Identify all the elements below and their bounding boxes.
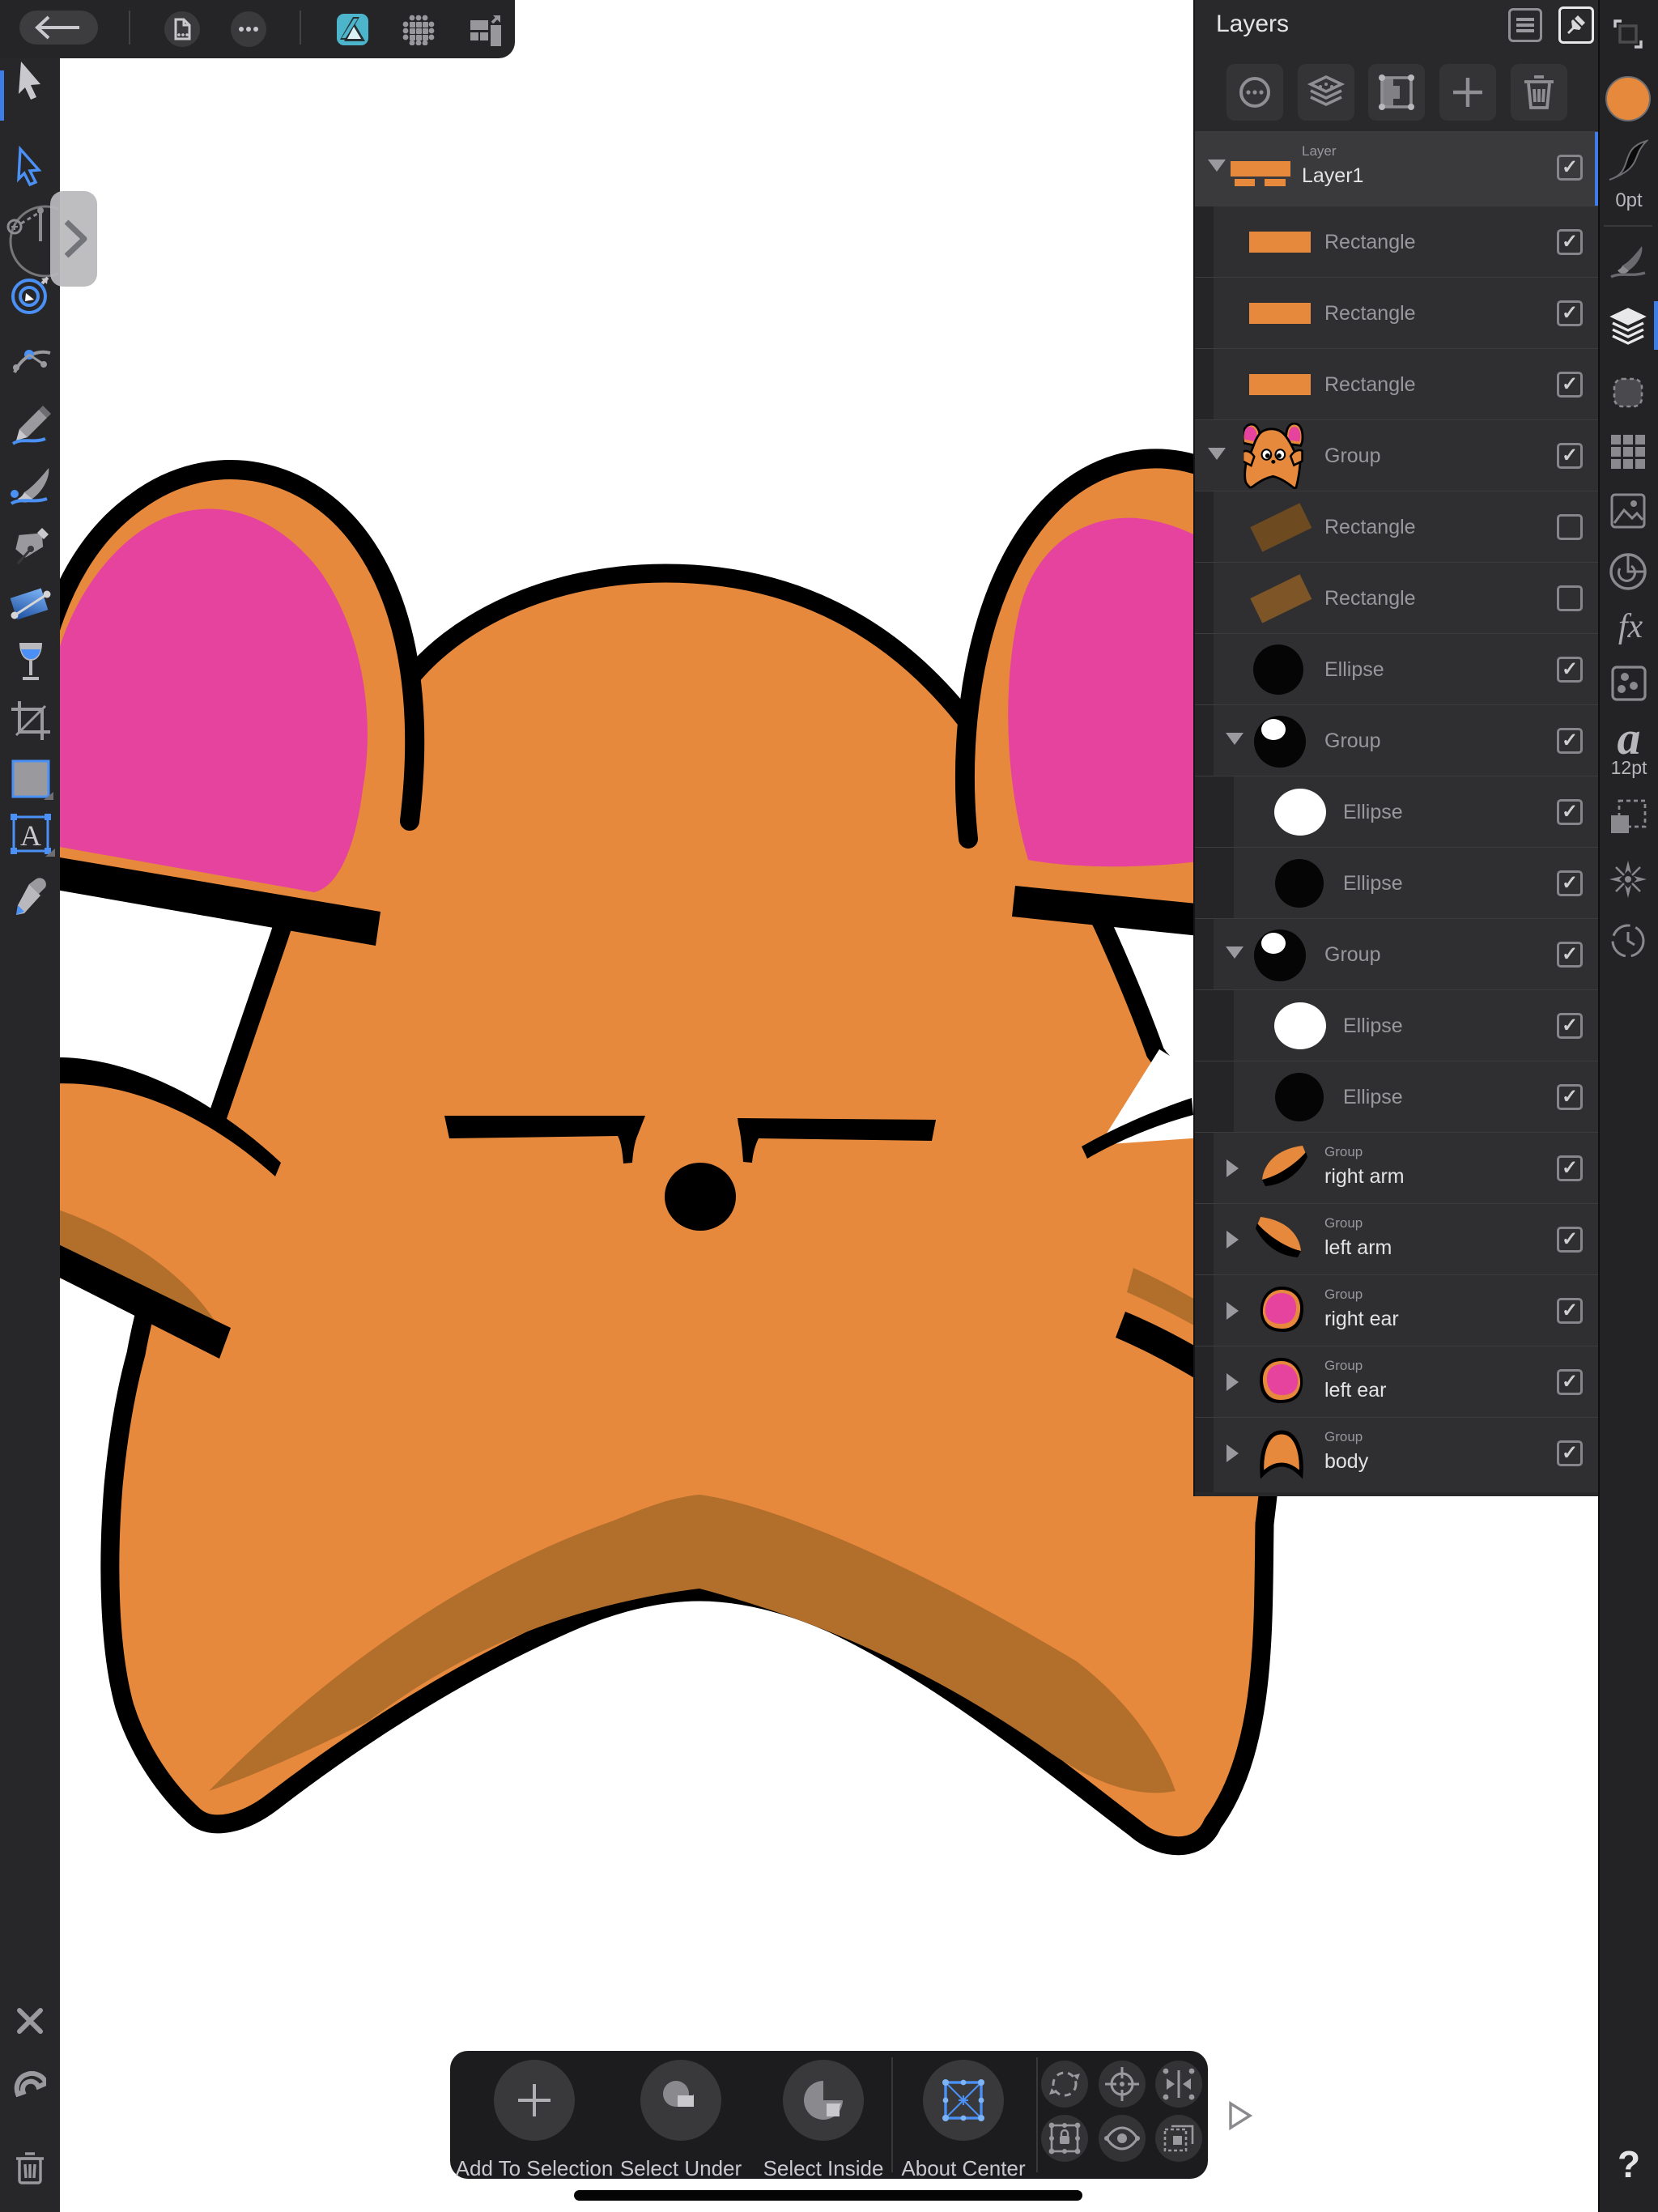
svg-text:A: A [20,819,41,852]
